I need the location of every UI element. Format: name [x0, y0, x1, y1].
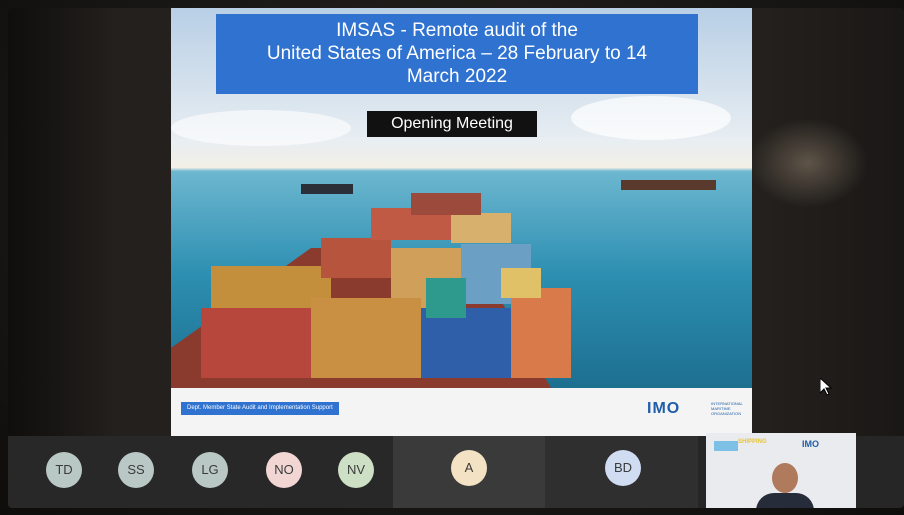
shipping-logo — [714, 441, 738, 451]
participant-initials: NO — [274, 462, 294, 477]
participant-avatar-bd[interactable]: BD — [605, 450, 641, 486]
participant-avatar-td[interactable]: TD — [46, 452, 82, 488]
participant-avatar-ss[interactable]: SS — [118, 452, 154, 488]
imo-logo-subtext: INTERNATIONAL MARITIME ORGANIZATION — [711, 401, 743, 416]
participant-initials: LG — [201, 462, 219, 477]
participant-avatar-nv[interactable]: NV — [338, 452, 374, 488]
imo-logo: IMO — [647, 400, 681, 417]
cursor-icon — [820, 378, 832, 396]
slide-title-line2: United States of America – 28 February t… — [266, 43, 648, 64]
speaker-body — [756, 493, 814, 508]
participant-avatar-a[interactable]: A — [451, 450, 487, 486]
shared-slide: IMSAS - Remote audit of the United State… — [171, 8, 752, 436]
participant-initials: BD — [613, 460, 633, 475]
speaker-video-tile[interactable]: SHIPPING IMO — [706, 433, 856, 508]
participant-initials: TD — [55, 462, 73, 477]
shipping-banner: SHIPPING — [738, 439, 767, 445]
slide-subtitle: Opening Meeting — [367, 111, 537, 137]
conference-screen: IMSAS - Remote audit of the United State… — [8, 8, 904, 508]
slide-title: IMSAS - Remote audit of the United State… — [216, 14, 698, 94]
video-imo-logo: IMO — [802, 439, 819, 449]
participant-initials: SS — [127, 462, 145, 477]
screen-glare — [748, 118, 868, 208]
department-label: Dept. Member State Audit and Implementat… — [181, 402, 339, 415]
participant-initials: A — [464, 460, 474, 475]
slide-title-line3: March 2022 — [406, 66, 508, 87]
slide-title-line1: IMSAS - Remote audit of the — [336, 20, 578, 41]
speaker-head — [772, 463, 798, 493]
participant-initials: NV — [346, 462, 366, 477]
participant-avatar-lg[interactable]: LG — [192, 452, 228, 488]
participant-avatar-no[interactable]: NO — [266, 452, 302, 488]
